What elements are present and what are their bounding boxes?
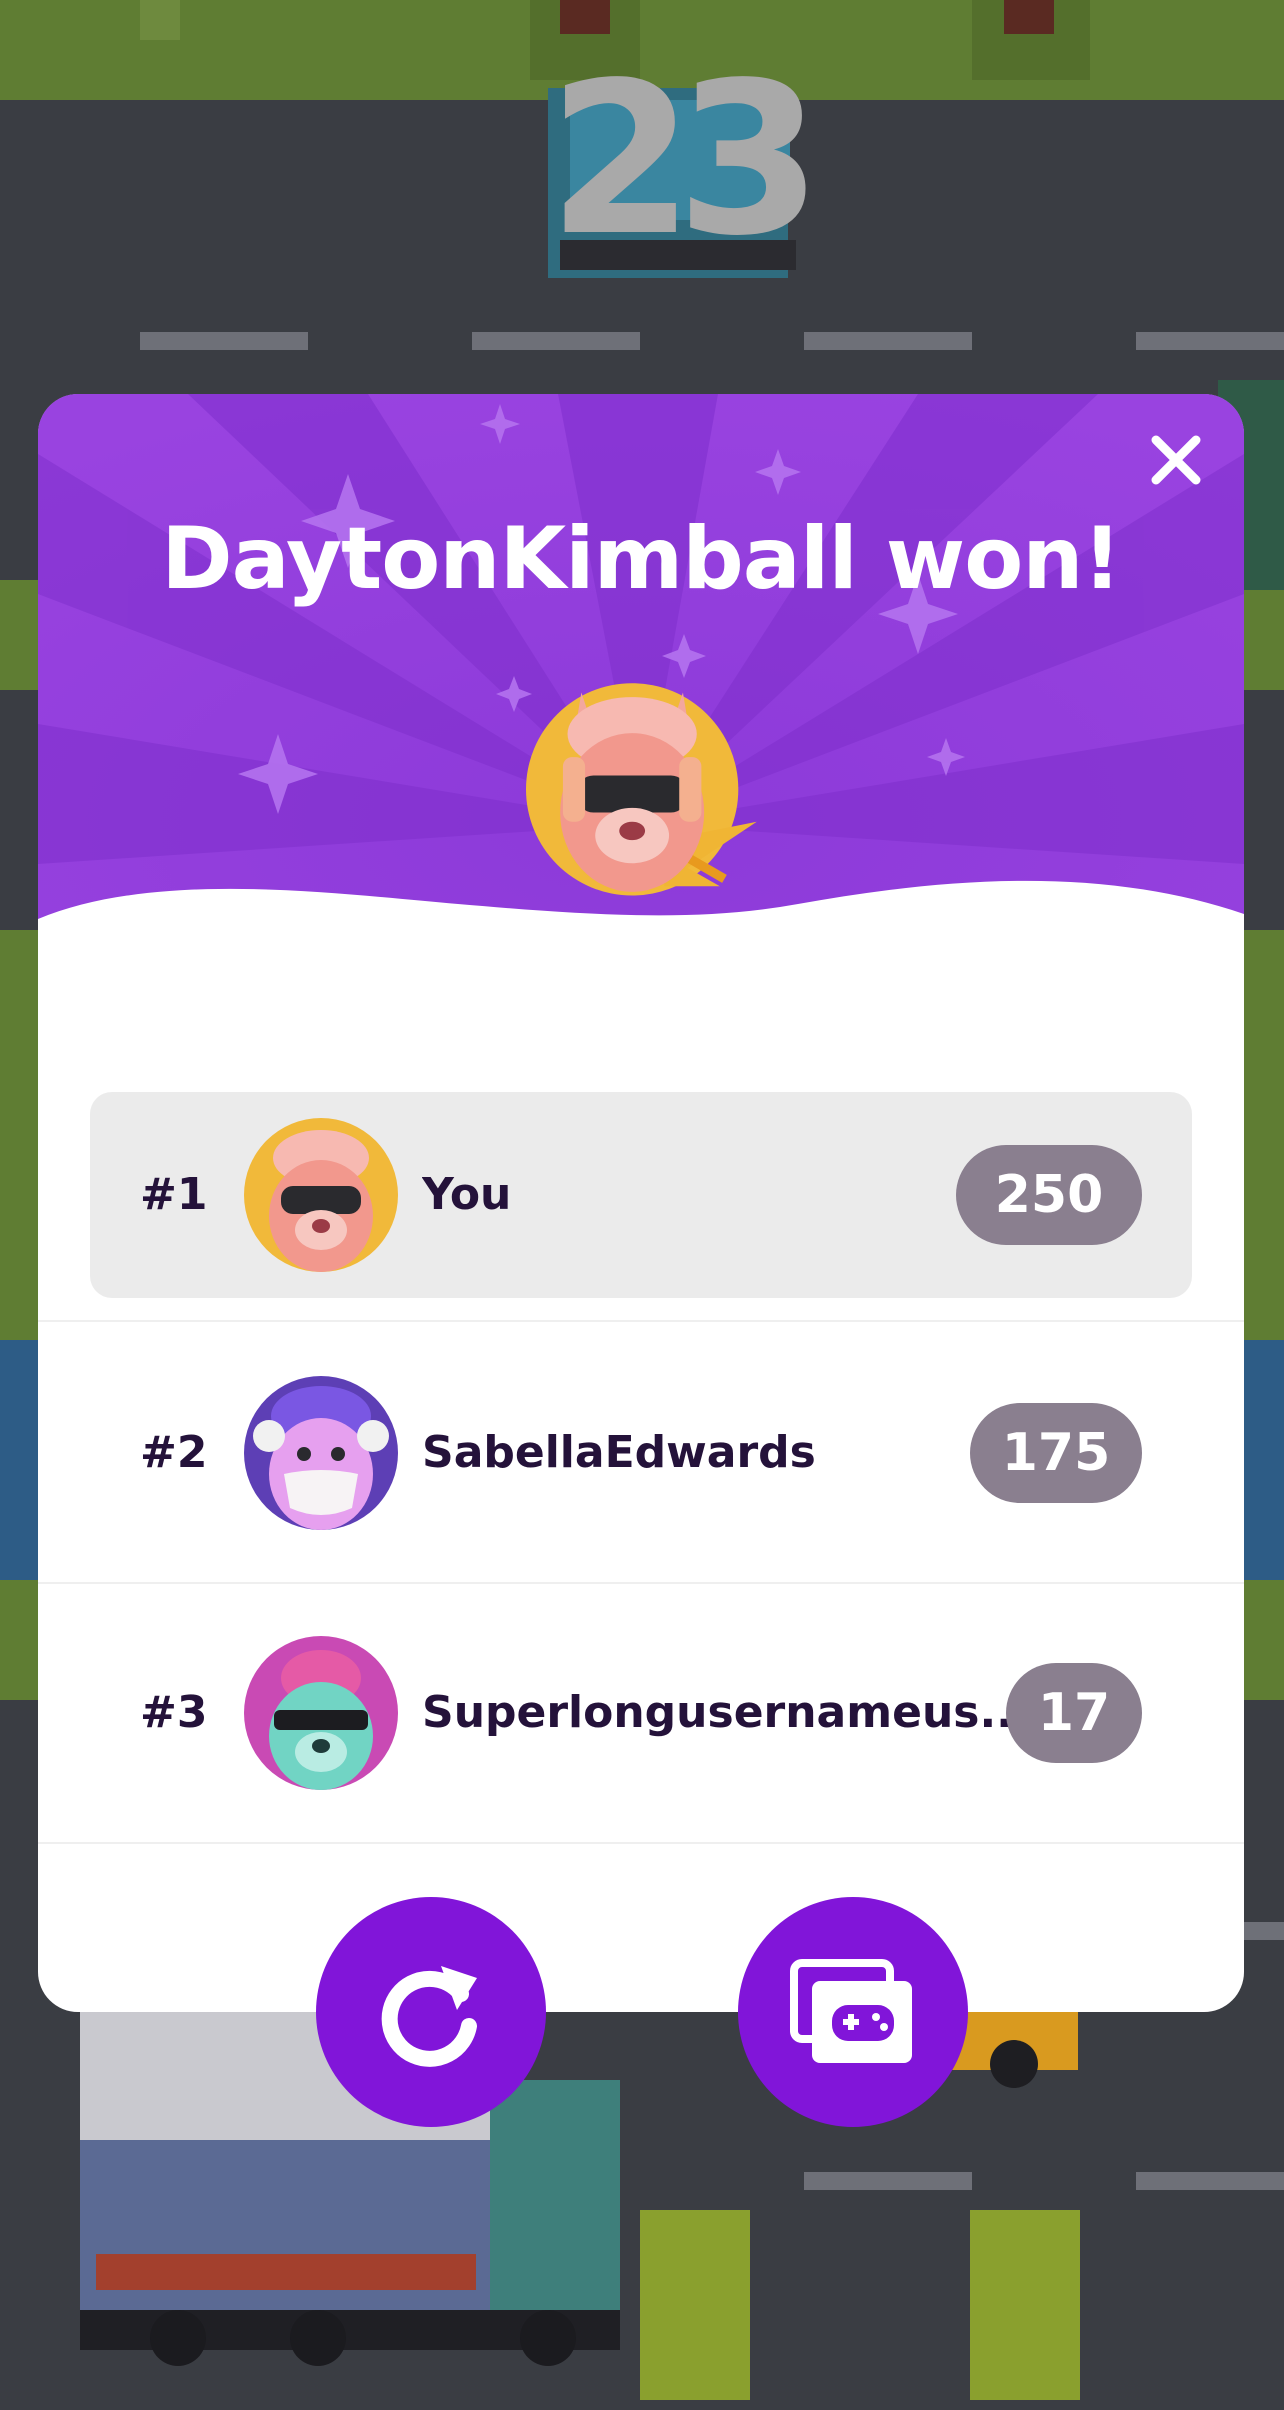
winner-title: DaytonKimball won! [161,509,1121,609]
leaderboard-row-1: #1 You 250 [38,1082,1244,1342]
llama-mask-avatar [244,1376,398,1530]
close-button[interactable] [1140,424,1212,496]
rank-label: #1 [140,1169,208,1220]
leaderboard-row-3: #3 Superlongusernameus... 17 [38,1584,1244,1844]
player-name: Superlongusernameus... [422,1687,1022,1738]
player-score: 175 [970,1403,1142,1503]
player-name: You [422,1169,512,1220]
winner-banner: DaytonKimball won! [38,394,1244,964]
replay-icon [381,1966,477,2067]
rank-label: #3 [140,1687,208,1738]
more-games-button[interactable] [738,1897,968,2127]
game-score: 23 [548,37,822,282]
results-modal: DaytonKimball won! #1 You 250 #2 Sabella… [38,394,1244,2012]
leaderboard-row-2: #2 SabellaEdwards 175 [38,1322,1244,1582]
close-icon [1151,435,1201,485]
player-score: 17 [1006,1663,1142,1763]
player-score: 250 [956,1145,1142,1245]
game-library-icon [790,1959,912,2063]
llama-sunglasses-avatar [244,1118,398,1272]
rank-label: #2 [140,1427,208,1478]
llama-flamingo-avatar [244,1636,398,1790]
replay-button[interactable] [316,1897,546,2127]
player-name: SabellaEdwards [422,1427,816,1478]
